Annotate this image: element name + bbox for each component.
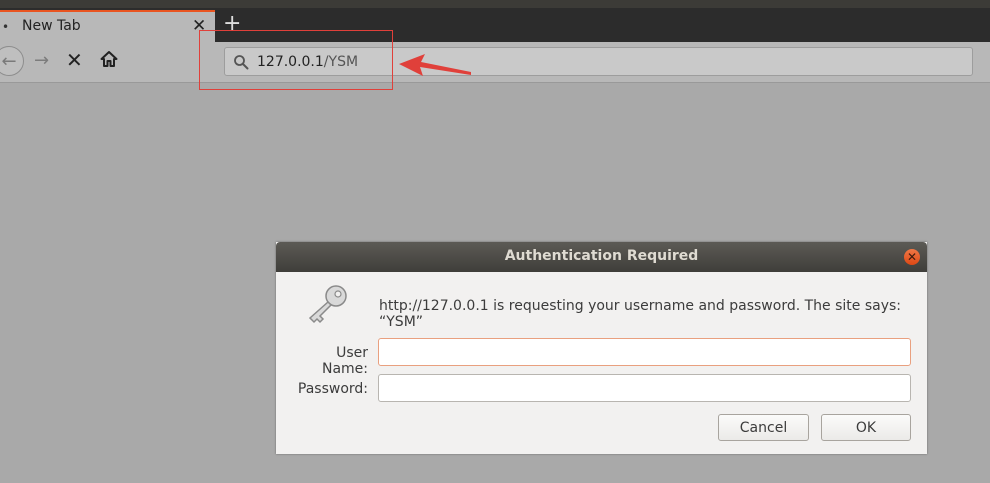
tab-title: New Tab xyxy=(22,18,81,34)
auth-dialog: Authentication Required ✕ http://127.0.0… xyxy=(276,242,927,454)
password-field[interactable] xyxy=(378,374,911,402)
ok-button[interactable]: OK xyxy=(821,414,911,441)
auth-message: http://127.0.0.1 is requesting your user… xyxy=(379,298,902,330)
password-label: Password: xyxy=(297,381,368,397)
tab-indicator-dot: • xyxy=(2,20,10,34)
cancel-button[interactable]: Cancel xyxy=(718,414,809,441)
tab-new-tab[interactable]: • New Tab ✕ xyxy=(0,10,215,42)
key-icon xyxy=(306,282,352,328)
home-icon[interactable] xyxy=(100,50,118,72)
dialog-header: Authentication Required ✕ xyxy=(276,242,927,272)
forward-arrow-icon[interactable]: → xyxy=(34,50,49,71)
username-field[interactable] xyxy=(378,338,911,366)
navigation-toolbar: ← → ✕ 127.0.0.1/YSM xyxy=(0,42,990,83)
window-top-strip xyxy=(0,0,990,8)
username-label: User Name: xyxy=(321,345,368,377)
annotation-arrow xyxy=(399,54,471,76)
back-arrow-icon: ← xyxy=(1,50,17,72)
dialog-title: Authentication Required xyxy=(504,248,699,264)
annotation-highlight-box xyxy=(199,30,393,90)
stop-icon[interactable]: ✕ xyxy=(66,48,83,72)
browser-titlebar: • New Tab ✕ + xyxy=(0,0,990,42)
close-icon[interactable]: ✕ xyxy=(904,249,920,265)
back-button[interactable]: ← xyxy=(0,46,24,76)
